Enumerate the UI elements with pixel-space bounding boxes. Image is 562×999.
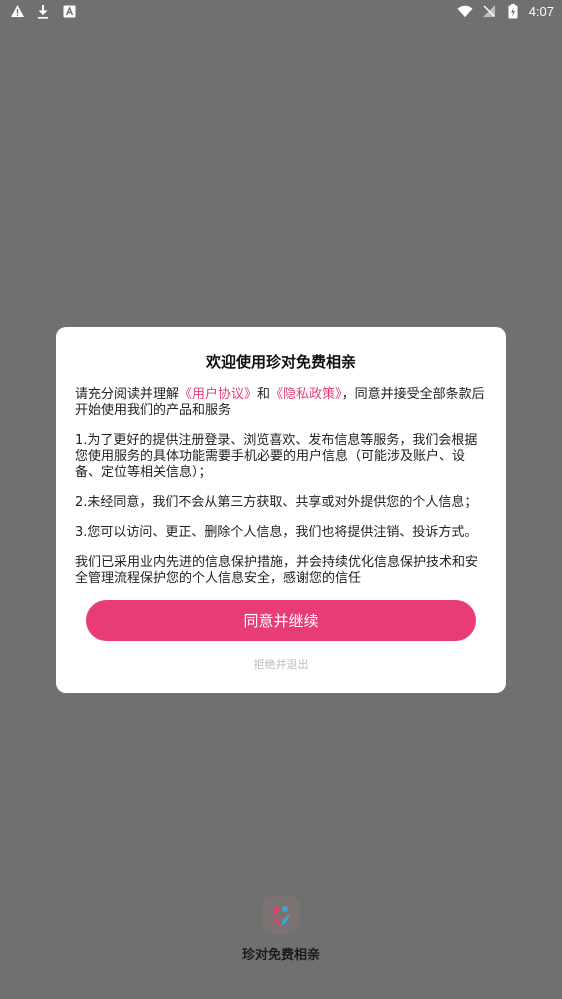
dialog-body: 请充分阅读并理解《用户协议》和《隐私政策》，同意并接受全部条款后开始使用我们的产…: [75, 387, 487, 601]
status-time: 4:07: [528, 3, 554, 19]
privacy-dialog: 欢迎使用珍对免费相亲 请充分阅读并理解《用户协议》和《隐私政策》，同意并接受全部…: [56, 327, 506, 693]
status-bar: 4:07: [0, 0, 562, 24]
app-logo-icon: [262, 896, 300, 934]
reject-exit-button[interactable]: 拒绝并退出: [56, 656, 506, 672]
intro-paragraph: 请充分阅读并理解《用户协议》和《隐私政策》，同意并接受全部条款后开始使用我们的产…: [75, 387, 487, 419]
privacy-policy-link[interactable]: 《隐私政策》: [270, 387, 342, 402]
battery-icon: [505, 3, 521, 19]
warning-icon: [9, 3, 25, 19]
wifi-icon: [457, 3, 473, 19]
intro-and: 和: [257, 387, 271, 402]
intro-prefix: 请充分阅读并理解: [75, 387, 180, 402]
status-bar-right: 4:07: [457, 3, 554, 19]
agree-continue-button[interactable]: 同意并继续: [86, 600, 476, 641]
status-bar-left: [9, 3, 77, 19]
app-name: 珍对免费相亲: [241, 948, 320, 963]
dialog-title: 欢迎使用珍对免费相亲: [205, 353, 356, 371]
user-agreement-link[interactable]: 《用户协议》: [179, 387, 257, 402]
policy-item-1: 1.为了更好的提供注册登录、浏览喜欢、发布信息等服务，我们会根据您使用服务的具体…: [75, 433, 478, 480]
signal-icon: [481, 3, 497, 19]
a-icon: [61, 3, 77, 19]
download-icon: [35, 3, 51, 19]
policy-item-2: 2.未经同意，我们不会从第三方获取、共享或对外提供您的个人信息；: [75, 495, 478, 510]
closing-paragraph: 我们已采用业内先进的信息保护措施，并会持续优化信息保护技术和安全管理流程保护您的…: [75, 555, 479, 586]
policy-item-3: 3.您可以访问、更正、删除个人信息，我们也将提供注销、投诉方式。: [75, 525, 478, 540]
